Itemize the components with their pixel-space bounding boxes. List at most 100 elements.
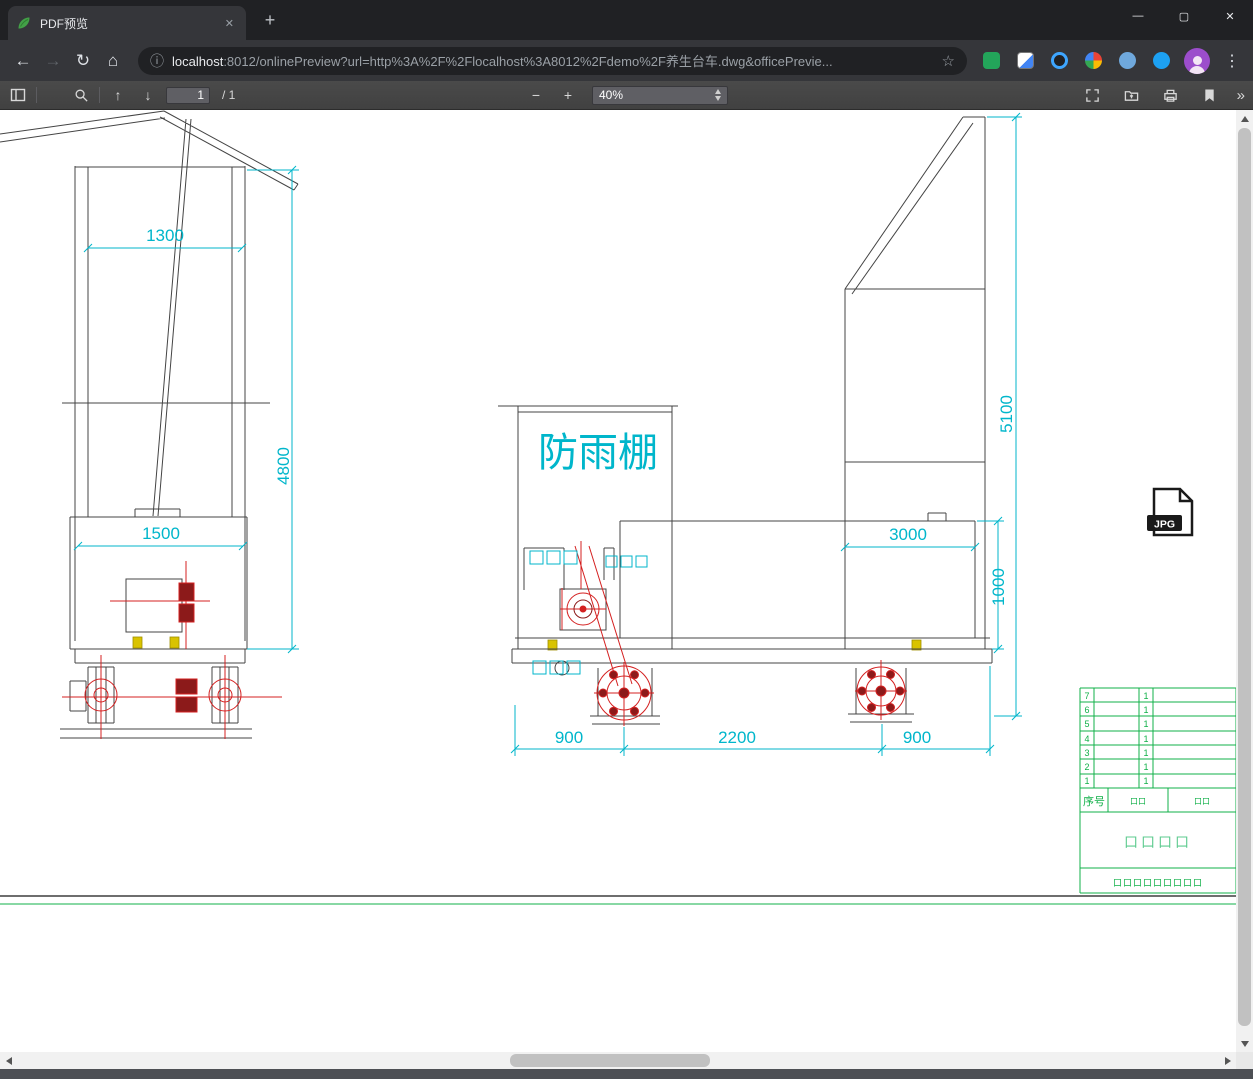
extension-1-glyph <box>982 52 1000 69</box>
pdf-toolbar-right: » <box>1081 81 1245 109</box>
fullscreen-icon <box>1086 88 1099 102</box>
extension-5-glyph <box>1118 52 1136 69</box>
tb-row-qty: 1 <box>1143 776 1148 786</box>
sidebar-toggle-button[interactable] <box>6 83 30 107</box>
forward-icon[interactable]: → <box>38 46 68 76</box>
vertical-scrollbar[interactable] <box>1236 110 1253 1052</box>
site-info-icon[interactable]: ⓘ <box>150 51 164 71</box>
tb-row-qty: 1 <box>1143 748 1148 758</box>
reload-icon[interactable]: ↻ <box>68 46 98 76</box>
extensions-bar: ⋮ <box>977 45 1245 77</box>
browser-menu-icon[interactable]: ⋮ <box>1219 51 1245 71</box>
extension-2-glyph <box>1016 52 1034 69</box>
tb-row-no: 3 <box>1084 748 1089 758</box>
tb-header-no: 序号 <box>1083 794 1105 808</box>
pdf-toolbar-left: ↑ ↓ / 1 <box>6 81 235 109</box>
scroll-left-button[interactable] <box>0 1052 17 1069</box>
tb-header-col2: 口口 <box>1130 797 1146 806</box>
extension-4-glyph <box>1084 52 1102 69</box>
tb-footer: 口口口口口口口口口 <box>1113 878 1203 888</box>
print-button[interactable] <box>1159 83 1183 107</box>
scroll-up-button[interactable] <box>1236 110 1253 127</box>
browser-tab[interactable]: PDF预览 ✕ <box>8 6 246 40</box>
extension-icon-6[interactable] <box>1147 47 1175 75</box>
horizontal-scrollbar[interactable] <box>0 1052 1236 1069</box>
scroll-right-icon <box>1224 1056 1231 1065</box>
extension-6-glyph <box>1152 52 1170 69</box>
dim-1500-label: 1500 <box>142 524 180 543</box>
zoom-select[interactable]: 40% <box>592 85 728 105</box>
dim-4800-label: 4800 <box>274 447 293 485</box>
tb-header-col3: 口口 <box>1194 797 1210 806</box>
extension-icon-4[interactable] <box>1079 47 1107 75</box>
extension-icon-2[interactable] <box>1011 47 1039 75</box>
url-text: localhost:8012/onlinePreview?url=http%3A… <box>172 51 934 70</box>
avatar-body <box>1189 65 1205 74</box>
title-bar: PDF预览 ✕ + — ▢ ✕ <box>0 0 1253 40</box>
scroll-right-button[interactable] <box>1219 1052 1236 1069</box>
scroll-left-icon <box>5 1056 12 1065</box>
tb-row-no: 4 <box>1084 734 1089 744</box>
page-down-button[interactable]: ↓ <box>136 83 160 107</box>
window-controls: — ▢ ✕ <box>1115 0 1253 32</box>
extension-icon-5[interactable] <box>1113 47 1141 75</box>
tb-row-no: 7 <box>1084 691 1089 701</box>
open-file-button[interactable] <box>1120 83 1144 107</box>
url-host: localhost <box>172 54 224 69</box>
bookmark-star-icon[interactable]: ☆ <box>942 52 955 70</box>
dim-1300-label: 1300 <box>146 226 184 245</box>
tab-close-icon[interactable]: ✕ <box>221 15 238 32</box>
front-view-red-parts <box>62 561 282 739</box>
close-button[interactable]: ✕ <box>1207 0 1253 32</box>
back-icon[interactable]: ← <box>8 46 38 76</box>
tb-row-no: 6 <box>1084 705 1089 715</box>
tb-row-qty: 1 <box>1143 705 1148 715</box>
horizontal-scroll-thumb[interactable] <box>510 1054 710 1067</box>
title-block: 7 1 6 1 5 1 4 1 3 1 2 1 1 1 序号 口口 口口 口口口… <box>0 687 1236 905</box>
zoom-in-button[interactable]: + <box>556 83 580 107</box>
home-icon[interactable]: ⌂ <box>98 46 128 76</box>
new-tab-button[interactable]: + <box>258 10 282 30</box>
yellow-clamps <box>132 636 922 651</box>
presentation-mode-button[interactable] <box>1081 83 1105 107</box>
leaf-favicon-icon <box>18 17 30 29</box>
page-up-button[interactable]: ↑ <box>106 83 130 107</box>
jpg-file-icon: JPG <box>1147 487 1194 537</box>
bookmark-icon <box>1205 88 1214 102</box>
side-view-red-parts <box>560 541 907 726</box>
page-count-label: / 1 <box>222 88 236 102</box>
nav-toolbar: ← → ↻ ⌂ ⓘ localhost:8012/onlinePreview?u… <box>0 40 1253 81</box>
dim-2200-label: 2200 <box>718 728 756 747</box>
scrollbar-corner <box>1236 1052 1253 1069</box>
front-view <box>0 110 299 739</box>
maximize-button[interactable]: ▢ <box>1161 0 1207 32</box>
extension-icon-3[interactable] <box>1045 47 1073 75</box>
zoom-out-button[interactable]: − <box>524 83 548 107</box>
tb-row-qty: 1 <box>1143 734 1148 744</box>
page-number-input[interactable] <box>166 86 210 104</box>
more-tools-icon[interactable]: » <box>1237 87 1245 104</box>
profile-avatar[interactable] <box>1181 45 1213 77</box>
minimize-button[interactable]: — <box>1115 0 1161 32</box>
pdf-toolbar: ↑ ↓ / 1 − + 40% <box>0 81 1253 110</box>
sidebar-toggle-icon <box>10 88 26 102</box>
bookmark-button[interactable] <box>1198 83 1222 107</box>
spinner-up <box>715 89 721 94</box>
search-icon <box>75 89 88 102</box>
search-button[interactable] <box>69 83 93 107</box>
tb-row-no: 2 <box>1084 762 1089 772</box>
vertical-scroll-thumb[interactable] <box>1238 128 1251 1026</box>
bottom-strip <box>0 1069 1253 1079</box>
zoom-level-value: 40% <box>599 88 624 102</box>
tab-title: PDF预览 <box>40 16 89 31</box>
zoom-spinner-icon <box>715 89 721 101</box>
dim-3000-label: 3000 <box>889 525 927 544</box>
scroll-down-button[interactable] <box>1236 1035 1253 1052</box>
pdf-page-area[interactable]: 1300 4800 1500 防雨棚 3000 1000 5100 900 22… <box>0 110 1236 1052</box>
toolbar-separator-2 <box>99 87 100 103</box>
browser-window: PDF预览 ✕ + — ▢ ✕ ← → ↻ ⌂ ⓘ localhost:8012… <box>0 0 1253 1079</box>
cad-drawing: 1300 4800 1500 防雨棚 3000 1000 5100 900 22… <box>0 110 1236 905</box>
printer-icon <box>1164 89 1177 102</box>
address-bar[interactable]: ⓘ localhost:8012/onlinePreview?url=http%… <box>138 46 967 75</box>
extension-icon-1[interactable] <box>977 47 1005 75</box>
